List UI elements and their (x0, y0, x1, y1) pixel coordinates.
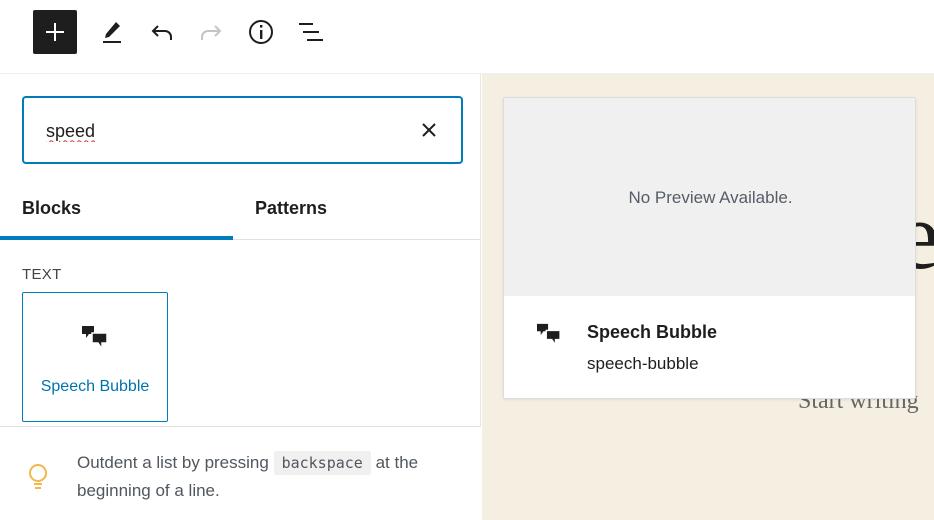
plus-icon (46, 23, 64, 41)
tip-keyboard-shortcut: backspace (273, 451, 371, 475)
speech-bubble-icon (537, 323, 561, 347)
block-preview-panel: No Preview Available. Speech Bubble spee… (503, 97, 916, 399)
lightbulb-icon (29, 464, 47, 489)
list-view-icon (299, 23, 323, 41)
block-item-speech-bubble[interactable]: Speech Bubble (22, 292, 168, 422)
block-inserter-panel: Blocks Patterns TEXT Speech Bubble Outde… (0, 74, 481, 520)
tip-text-before: Outdent a list by pressing (77, 453, 269, 472)
redo-button[interactable] (189, 10, 233, 54)
tools-button[interactable] (90, 10, 134, 54)
editor-canvas: e) Start writing No Preview Available. S… (482, 74, 934, 520)
details-button[interactable] (239, 10, 283, 54)
tab-blocks[interactable]: Blocks (0, 180, 233, 240)
preview-block-title: Speech Bubble (587, 322, 718, 342)
speech-bubble-icon (82, 326, 108, 351)
info-icon (249, 20, 273, 44)
undo-icon (151, 25, 172, 40)
tab-patterns[interactable]: Patterns (233, 180, 481, 240)
inserter-tabs: Blocks Patterns (0, 180, 481, 240)
undo-button[interactable] (140, 10, 184, 54)
search-input[interactable] (46, 120, 406, 142)
close-icon (422, 123, 436, 137)
preview-area: No Preview Available. (504, 98, 915, 296)
add-block-button[interactable] (33, 10, 77, 54)
editor-toolbar (0, 0, 934, 74)
search-box (22, 96, 463, 164)
tip-text: Outdent a list by pressing backspace at … (77, 449, 467, 505)
redo-icon (201, 25, 222, 40)
list-view-button[interactable] (289, 10, 333, 54)
clear-search-button[interactable] (419, 120, 439, 140)
pencil-icon (103, 22, 121, 43)
preview-block-description: speech-bubble (587, 354, 699, 373)
category-title: TEXT (22, 266, 62, 283)
block-item-label: Speech Bubble (40, 378, 150, 395)
inserter-tip: Outdent a list by pressing backspace at … (0, 426, 481, 520)
preview-empty-text: No Preview Available. (628, 188, 793, 207)
